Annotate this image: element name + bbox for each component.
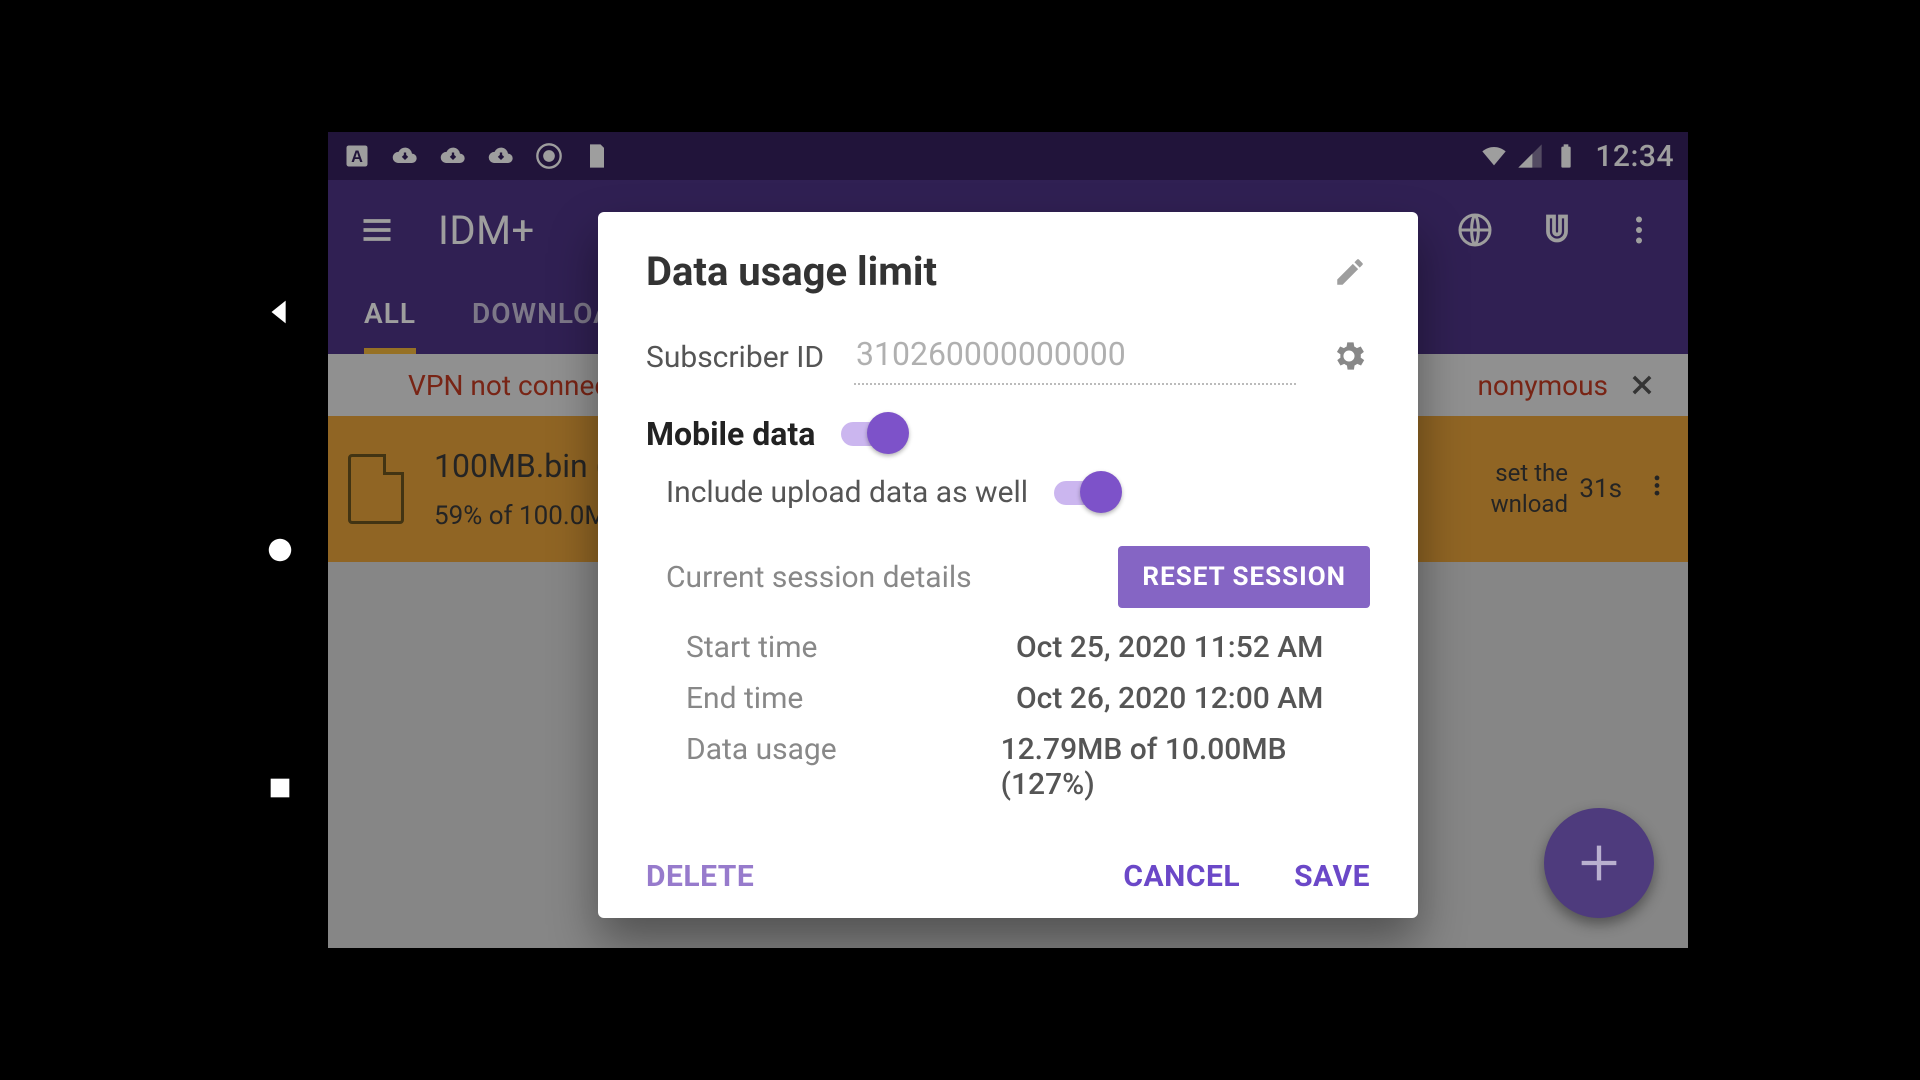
subscriber-id-field[interactable]: 310260000000000 bbox=[854, 329, 1296, 385]
mobile-data-toggle[interactable] bbox=[841, 422, 903, 446]
end-time-value: Oct 26, 2020 12:00 AM bbox=[1016, 681, 1323, 716]
delete-button[interactable]: DELETE bbox=[646, 859, 754, 894]
include-upload-label: Include upload data as well bbox=[666, 475, 1028, 510]
data-usage-value: 12.79MB of 10.00MB (127%) bbox=[1001, 732, 1370, 802]
data-usage-label: Data usage bbox=[686, 732, 1001, 802]
home-button[interactable] bbox=[260, 530, 300, 570]
mobile-data-label: Mobile data bbox=[646, 415, 815, 453]
end-time-label: End time bbox=[686, 681, 1016, 716]
session-details-header: Current session details bbox=[666, 560, 972, 595]
data-usage-limit-dialog: Data usage limit Subscriber ID 310260000… bbox=[598, 212, 1418, 918]
save-button[interactable]: SAVE bbox=[1294, 859, 1370, 894]
edit-icon[interactable] bbox=[1330, 252, 1370, 292]
back-button[interactable] bbox=[260, 292, 300, 332]
reset-session-button[interactable]: RESET SESSION bbox=[1118, 546, 1370, 608]
gear-icon[interactable] bbox=[1330, 337, 1370, 377]
start-time-value: Oct 25, 2020 11:52 AM bbox=[1016, 630, 1323, 665]
android-navigation-bar bbox=[232, 132, 328, 948]
dialog-title: Data usage limit bbox=[646, 248, 1330, 295]
add-fab-button[interactable] bbox=[1544, 808, 1654, 918]
recent-apps-button[interactable] bbox=[260, 768, 300, 808]
start-time-label: Start time bbox=[686, 630, 1016, 665]
cancel-button[interactable]: CANCEL bbox=[1123, 859, 1240, 894]
include-upload-toggle[interactable] bbox=[1054, 481, 1116, 505]
subscriber-id-label: Subscriber ID bbox=[646, 340, 836, 375]
